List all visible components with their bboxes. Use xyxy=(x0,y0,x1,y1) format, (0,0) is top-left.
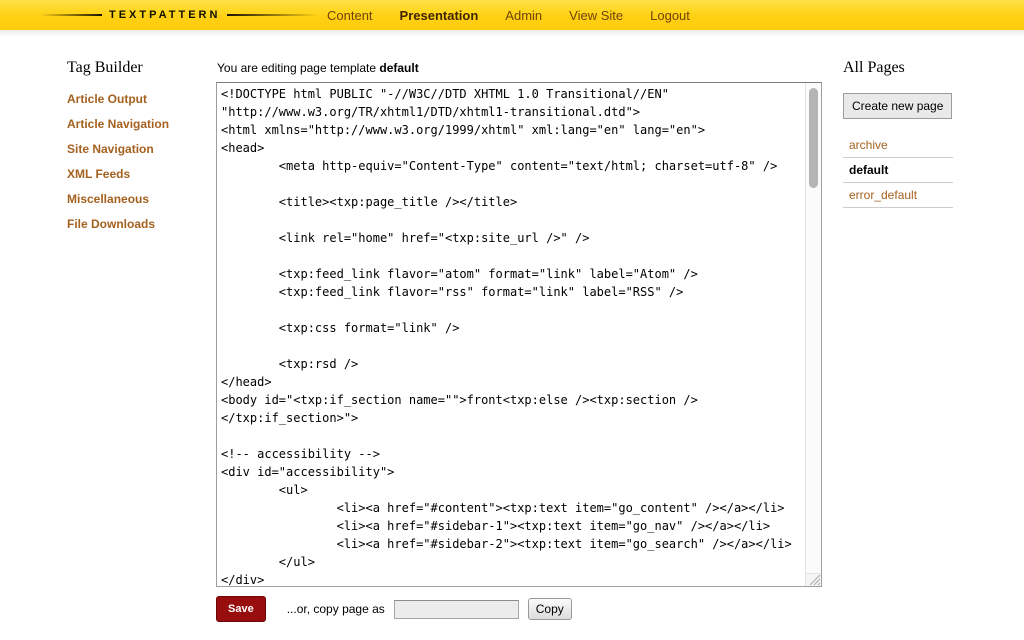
page-link-archive[interactable]: archive xyxy=(849,138,888,152)
editing-heading-prefix: You are editing page template xyxy=(217,61,379,75)
all-pages-title: All Pages xyxy=(843,59,953,77)
editor-column: You are editing page template default <!… xyxy=(216,61,823,587)
logo-line-right xyxy=(227,14,317,16)
editing-template-name: default xyxy=(379,61,418,75)
copy-page-name-input[interactable] xyxy=(394,600,519,619)
topbar-shadow xyxy=(0,30,1024,37)
top-nav: Content Presentation Admin View Site Log… xyxy=(327,0,690,30)
template-editor-box: <!DOCTYPE html PUBLIC "-//W3C//DTD XHTML… xyxy=(216,82,822,587)
tagbuilder-link-miscellaneous[interactable]: Miscellaneous xyxy=(67,192,215,206)
page-list-item-archive[interactable]: archive xyxy=(843,133,953,158)
page-current-default: default xyxy=(849,163,888,177)
tag-builder-title: Tag Builder xyxy=(67,59,215,77)
nav-item-view-site[interactable]: View Site xyxy=(569,8,623,23)
tagbuilder-link-site-navigation[interactable]: Site Navigation xyxy=(67,142,215,156)
nav-item-logout[interactable]: Logout xyxy=(650,8,690,23)
copy-page-label: ...or, copy page as xyxy=(287,602,385,616)
tagbuilder-link-article-output[interactable]: Article Output xyxy=(67,92,215,106)
resize-grip-icon[interactable] xyxy=(805,573,821,586)
page-list-item-error-default[interactable]: error_default xyxy=(843,183,953,208)
tagbuilder-link-xml-feeds[interactable]: XML Feeds xyxy=(67,167,215,181)
all-pages-panel: All Pages Create new page archive defaul… xyxy=(843,59,953,208)
tag-builder-panel: Tag Builder Article Output Article Navig… xyxy=(67,59,215,242)
logo-line-left xyxy=(40,14,102,16)
top-bar: TEXTPATTERN Content Presentation Admin V… xyxy=(0,0,1024,30)
nav-item-admin[interactable]: Admin xyxy=(505,8,542,23)
logo-text: TEXTPATTERN xyxy=(109,9,220,21)
editor-footer: Save ...or, copy page as Copy xyxy=(216,596,572,622)
textpattern-logo: TEXTPATTERN xyxy=(40,0,317,30)
tagbuilder-link-file-downloads[interactable]: File Downloads xyxy=(67,217,215,231)
editing-heading: You are editing page template default xyxy=(217,61,823,75)
nav-item-presentation[interactable]: Presentation xyxy=(400,8,479,23)
tagbuilder-link-article-navigation[interactable]: Article Navigation xyxy=(67,117,215,131)
create-new-page-button[interactable]: Create new page xyxy=(843,93,952,119)
page-link-error-default[interactable]: error_default xyxy=(849,188,917,202)
editor-scrollbar-thumb[interactable] xyxy=(809,88,818,188)
save-button[interactable]: Save xyxy=(216,596,266,622)
editor-scrollbar[interactable] xyxy=(805,83,821,573)
nav-item-content[interactable]: Content xyxy=(327,8,373,23)
copy-button[interactable]: Copy xyxy=(528,598,572,620)
page-template-editor[interactable]: <!DOCTYPE html PUBLIC "-//W3C//DTD XHTML… xyxy=(217,83,806,586)
page-list-item-default[interactable]: default xyxy=(843,158,953,183)
page-list: archive default error_default xyxy=(843,133,953,208)
